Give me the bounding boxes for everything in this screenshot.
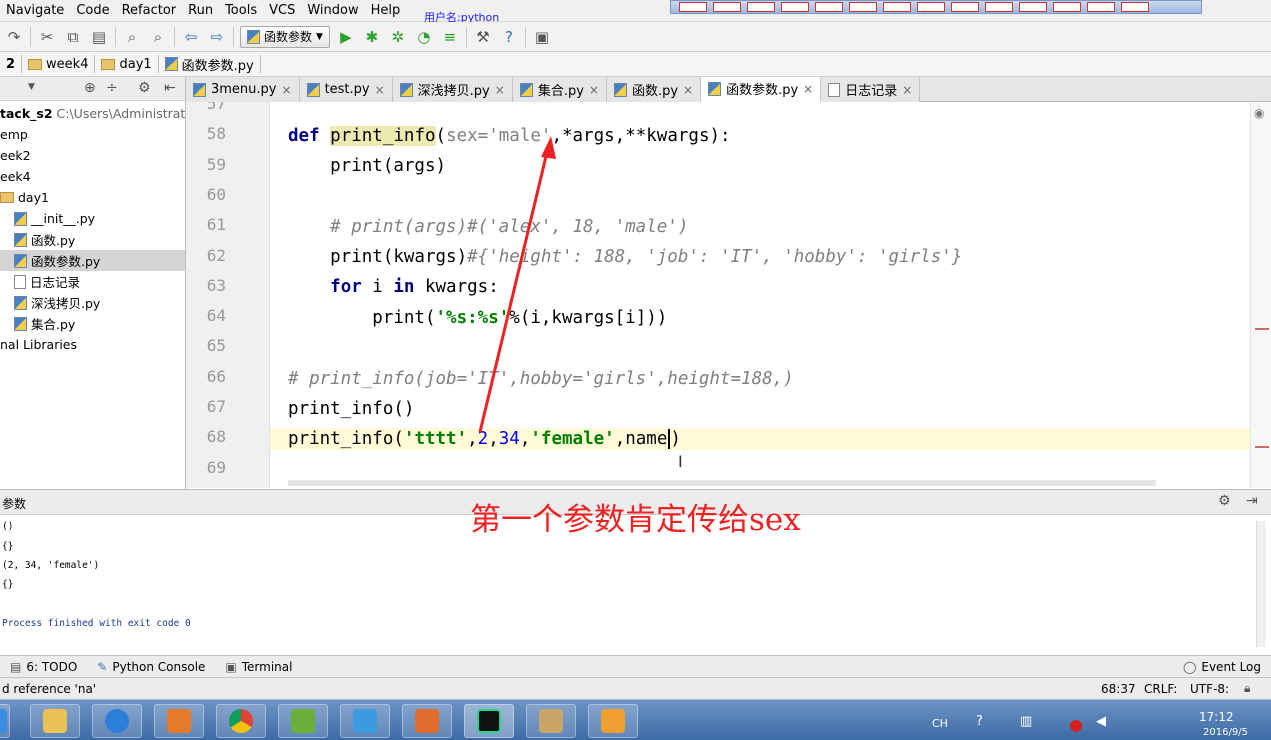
output-vscroll[interactable] bbox=[1256, 521, 1266, 647]
taskbar-browser-app[interactable] bbox=[92, 704, 142, 738]
taskbar-presentation-app[interactable] bbox=[402, 704, 452, 738]
lecture-annotation: 第一个参数肯定传给sex bbox=[470, 502, 801, 538]
process-finished-line: Process finished with exit code 0 bbox=[2, 618, 191, 629]
python-console-tool-button[interactable]: ✎ Python Console bbox=[87, 660, 215, 674]
file-encoding[interactable]: UTF-8: bbox=[1190, 682, 1229, 696]
os-taskbar: CH ? ▥ ◀ 17:12 2016/9/5 bbox=[0, 699, 1271, 740]
taskbar-paint-app[interactable] bbox=[526, 704, 576, 738]
python-icon: ✎ bbox=[97, 659, 108, 674]
gear-icon[interactable]: ⚙ bbox=[1218, 493, 1231, 509]
taskbar-chrome-app[interactable] bbox=[216, 704, 266, 738]
line-separator[interactable]: CRLF: bbox=[1144, 682, 1177, 696]
language-indicator[interactable]: CH bbox=[932, 717, 948, 730]
clock-date[interactable]: 2016/9/5 bbox=[1203, 727, 1248, 738]
caret-position[interactable]: 68:37 bbox=[1101, 682, 1136, 696]
search-icon: ◯ bbox=[1182, 659, 1197, 674]
hide-panel-icon[interactable]: ⇥ bbox=[1246, 493, 1258, 509]
output-line: {} bbox=[2, 541, 14, 552]
todo-icon: ▤ bbox=[10, 659, 22, 674]
todo-tool-button[interactable]: ▤ 6: TODO bbox=[0, 660, 87, 674]
taskbar-pycharm-app[interactable] bbox=[464, 704, 514, 738]
event-log-button[interactable]: ◯ Event Log bbox=[1173, 660, 1271, 674]
taskbar-toolbox-app[interactable] bbox=[588, 704, 638, 738]
output-line: () bbox=[2, 521, 14, 532]
taskbar-explorer-app[interactable] bbox=[30, 704, 80, 738]
taskbar-media-app[interactable] bbox=[154, 704, 204, 738]
terminal-icon: ▣ bbox=[225, 659, 237, 674]
tool-label: Python Console bbox=[112, 659, 206, 674]
volume-icon[interactable]: ◀ bbox=[1096, 714, 1106, 729]
run-panel-title: 参数 bbox=[2, 497, 27, 511]
output-line: (2, 34, 'female') bbox=[2, 560, 100, 571]
record-icon[interactable] bbox=[1070, 720, 1082, 732]
tool-window-bar: ▤ 6: TODO ✎ Python Console ▣ Terminal ◯ Even… bbox=[0, 655, 1271, 677]
status-message: d reference 'na' bbox=[2, 682, 97, 696]
terminal-tool-button[interactable]: ▣ Terminal bbox=[215, 660, 302, 674]
clock-time[interactable]: 17:12 bbox=[1199, 710, 1234, 724]
lock-icon[interactable]: 🔒︎ bbox=[1244, 681, 1250, 696]
network-icon[interactable]: ▥ bbox=[1020, 714, 1032, 729]
tool-label: Event Log bbox=[1201, 659, 1261, 674]
help-icon[interactable]: ? bbox=[976, 714, 983, 729]
status-bar: d reference 'na' 68:37 CRLF: UTF-8: 🔒︎ bbox=[0, 677, 1271, 699]
tool-label: 6: TODO bbox=[26, 659, 78, 674]
taskbar-notepad-app[interactable] bbox=[278, 704, 328, 738]
taskbar-qq-app[interactable] bbox=[340, 704, 390, 738]
output-line: {} bbox=[2, 579, 14, 590]
taskbar-ie-app[interactable] bbox=[0, 704, 10, 738]
tool-label: Terminal bbox=[241, 659, 293, 674]
